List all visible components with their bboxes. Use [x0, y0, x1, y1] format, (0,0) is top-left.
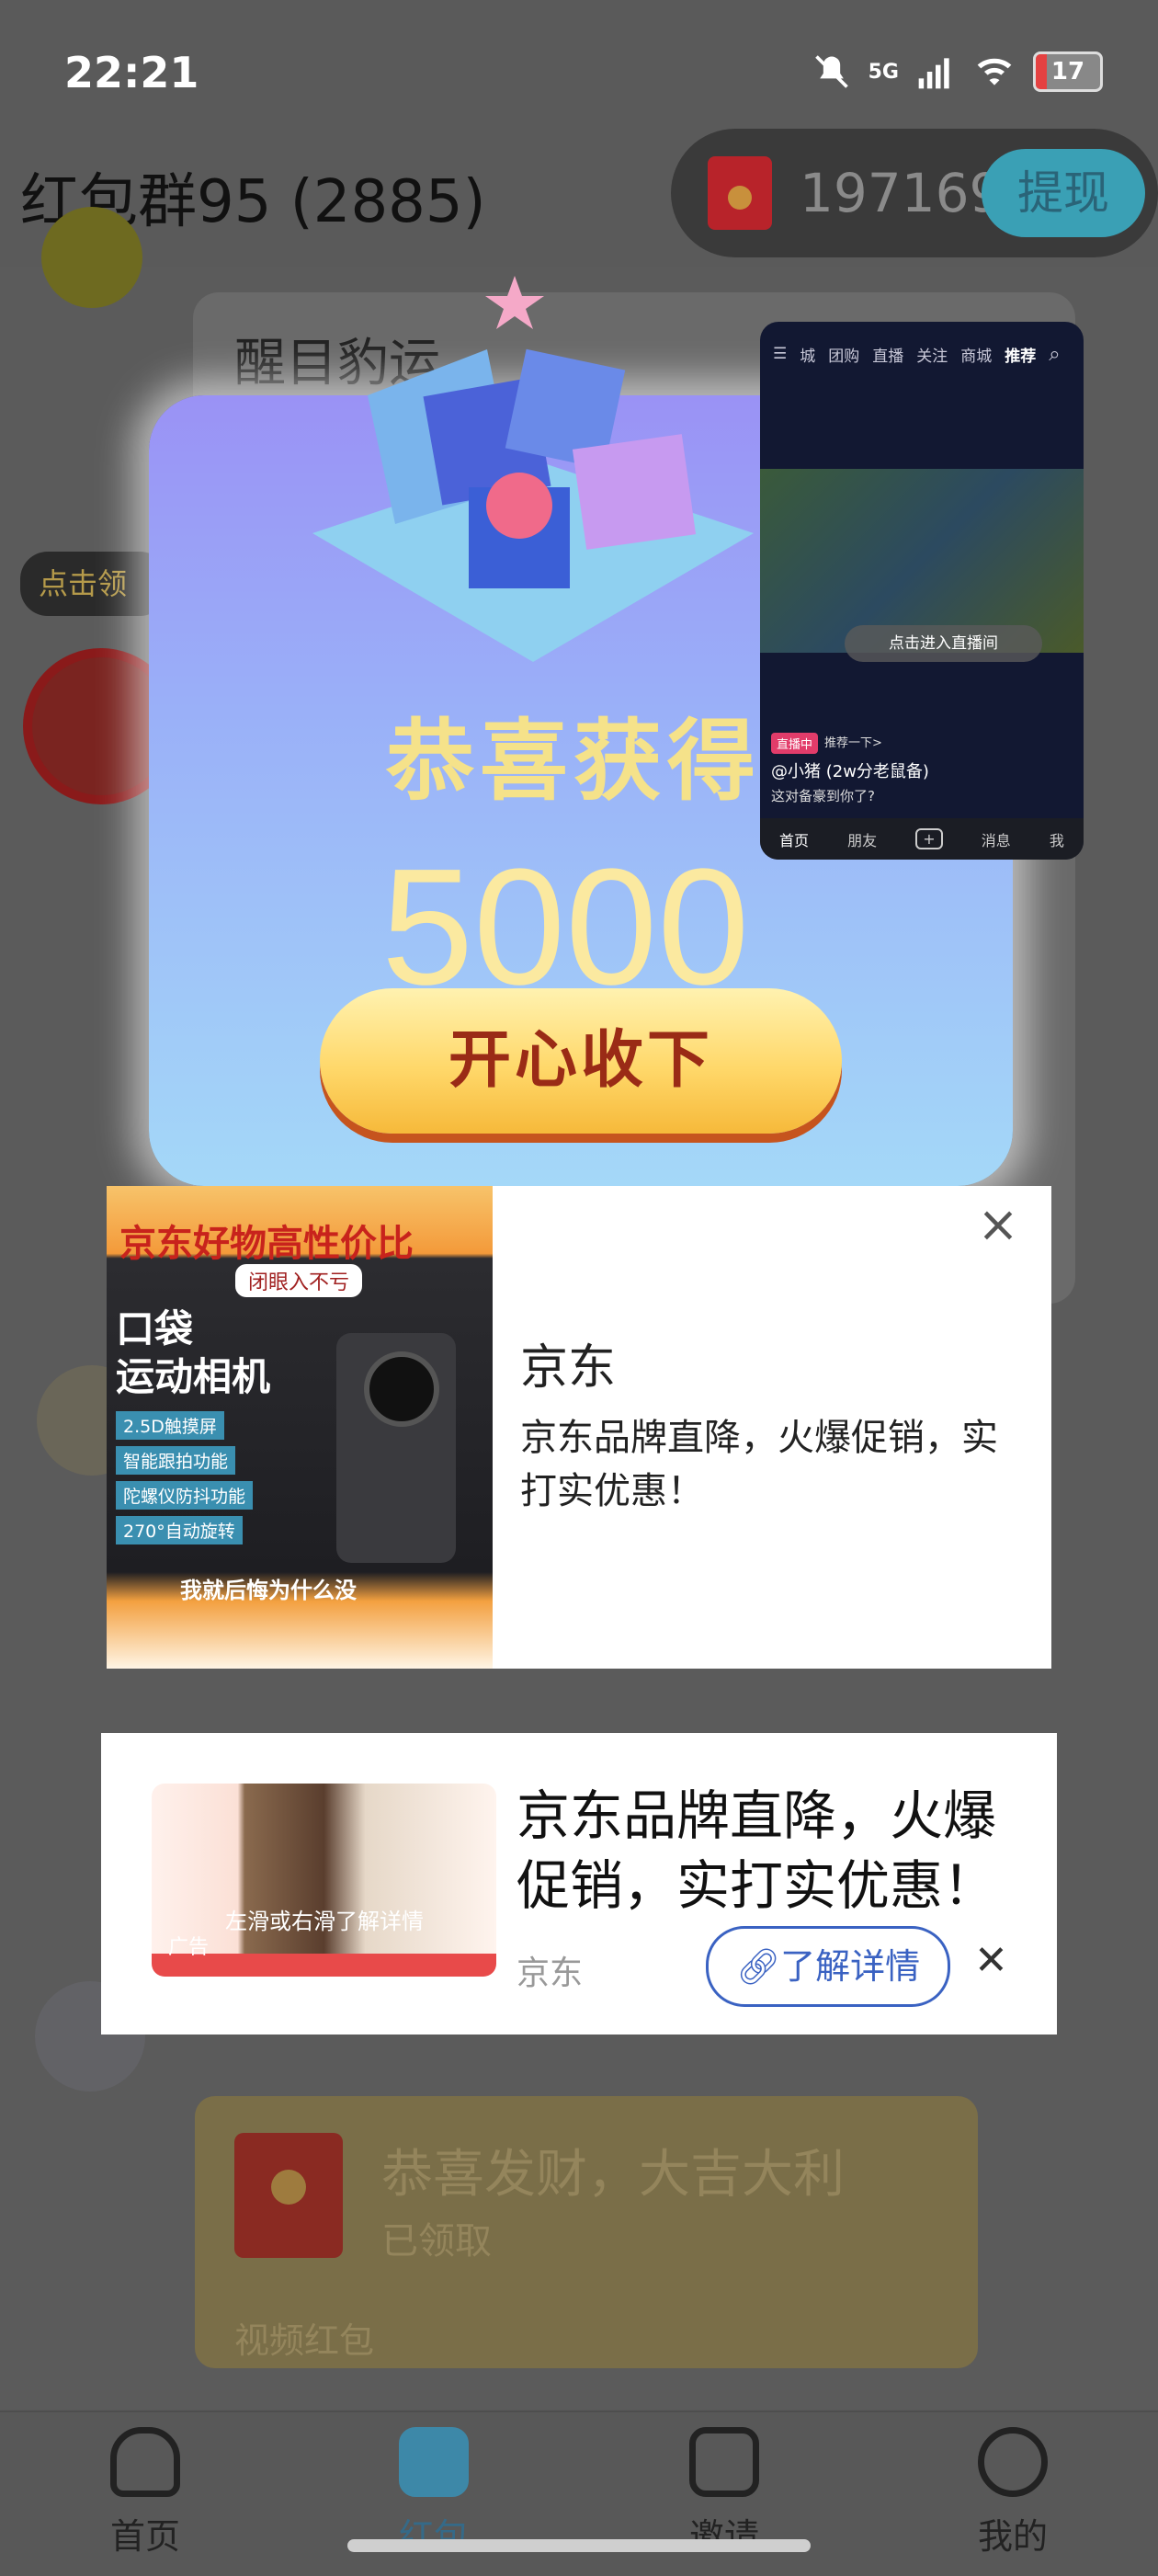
ad-image[interactable]: 京东好物高性价比 闭眼入不亏 口袋 运动相机 2.5D触摸屏 智能跟拍功能 陀螺…: [107, 1186, 493, 1669]
ad-brand: 京东: [517, 1955, 584, 1992]
congrats-text: 恭喜获得: [386, 710, 761, 813]
ad-image-hint: 左滑或右滑了解详情: [225, 1909, 424, 1934]
envelope-title: 恭喜发财，大吉大利: [381, 2145, 845, 2205]
status-icons: 5G 17: [812, 51, 1103, 92]
gift-box-icon: [312, 276, 754, 662]
video-username[interactable]: @小猪 (2w分老鼠备): [771, 758, 929, 782]
ad-feature: 270°自动旋转: [116, 1516, 243, 1544]
battery-level: 17: [1050, 58, 1085, 85]
video-nav-home[interactable]: 首页: [779, 828, 809, 850]
invite-icon: [689, 2427, 759, 2497]
network-label: 5G: [868, 60, 899, 84]
video-tab[interactable]: 城: [800, 343, 815, 366]
home-indicator[interactable]: [347, 2539, 811, 2552]
camera-product-icon: [336, 1333, 456, 1563]
ad-title: 京东品牌直降，火爆促销，实打实优惠！: [517, 1784, 997, 1917]
floating-video-window[interactable]: ☰ 城 团购 直播 关注 商城 推荐 ⌕ 点击进入直播间 直播中 推荐一下> @…: [760, 322, 1084, 860]
red-envelope-icon: [234, 2133, 343, 2258]
learn-more-button[interactable]: 🔗︎了解详情: [706, 1926, 950, 2007]
ad-label: 广告: [168, 1936, 210, 1959]
profile-icon: [978, 2427, 1048, 2497]
battery-icon: 17: [1033, 51, 1103, 92]
mute-icon: [814, 55, 848, 88]
envelope-status: 已领取: [381, 2220, 492, 2263]
ad-card[interactable]: 左滑或右滑了解详情 广告 京东品牌直降，火爆促销，实打实优惠！ 京东 🔗︎了解详…: [101, 1733, 1057, 2035]
balance-pill: 197169 提现: [671, 129, 1158, 257]
close-icon[interactable]: ×: [971, 1197, 1026, 1252]
link-icon: 🔗︎: [735, 1946, 781, 1987]
ad-card[interactable]: 京东好物高性价比 闭眼入不亏 口袋 运动相机 2.5D触摸屏 智能跟拍功能 陀螺…: [107, 1186, 1051, 1669]
video-nav-messages[interactable]: 消息: [982, 828, 1011, 850]
close-icon[interactable]: ✕: [974, 1937, 1008, 1984]
ad-image-subtitle: 闭眼入不亏: [235, 1264, 363, 1297]
ad-feature: 陀螺仪防抖功能: [116, 1481, 254, 1510]
nav-profile[interactable]: 我的: [930, 2427, 1096, 2559]
learn-more-label: 了解详情: [780, 1946, 921, 1987]
recommend-link[interactable]: 推荐一下>: [824, 733, 882, 750]
claim-tag[interactable]: 点击领: [20, 552, 167, 616]
video-bottom-nav: 首页 朋友 + 消息 我: [760, 818, 1084, 860]
red-envelope-icon: [708, 156, 772, 230]
ad-feature: 2.5D触摸屏: [116, 1411, 224, 1440]
ad-feature: 智能跟拍功能: [116, 1446, 236, 1475]
ad-image-bottom-text: 我就后悔为什么没: [180, 1578, 357, 1603]
video-tab-active[interactable]: 推荐: [1005, 343, 1036, 366]
balance-value: 197169: [800, 162, 1004, 224]
status-time: 22:21: [64, 48, 199, 97]
wifi-icon: [977, 58, 1012, 85]
ad-image[interactable]: 左滑或右滑了解详情 广告: [152, 1784, 496, 1977]
video-nav-friends[interactable]: 朋友: [847, 828, 877, 850]
nav-home[interactable]: 首页: [62, 2427, 228, 2559]
video-tab[interactable]: 团购: [828, 343, 859, 366]
nav-label: 我的: [977, 2516, 1048, 2557]
accept-reward-button[interactable]: 开心收下: [320, 988, 842, 1134]
signal-icon: [918, 58, 949, 89]
search-icon[interactable]: ⌕: [1049, 343, 1060, 366]
ad-image-banner: 京东好物高性价比: [119, 1223, 414, 1265]
video-caption: 这对备豪到你了?: [771, 788, 875, 804]
menu-icon[interactable]: ☰: [773, 345, 787, 363]
withdraw-button[interactable]: 提现: [982, 149, 1145, 237]
video-nav-me[interactable]: 我: [1050, 828, 1064, 850]
enter-live-button[interactable]: 点击进入直播间: [845, 625, 1042, 662]
ad-brand: 京东: [520, 1340, 617, 1396]
nav-label: 首页: [109, 2516, 180, 2557]
ad-image-product: 口袋 运动相机: [116, 1306, 271, 1399]
video-tab[interactable]: 关注: [916, 343, 948, 366]
avatar[interactable]: [41, 207, 142, 308]
video-tab[interactable]: 商城: [960, 343, 992, 366]
status-bar: 22:21 5G 17: [0, 0, 1158, 138]
video-tab[interactable]: 直播: [872, 343, 903, 366]
live-badge: 直播中: [771, 733, 819, 754]
envelope-type: 视频红包: [234, 2320, 375, 2361]
home-icon: [110, 2427, 180, 2497]
red-envelope-icon: [399, 2427, 469, 2497]
video-top-tabs: ☰ 城 团购 直播 关注 商城 推荐 ⌕: [760, 322, 1084, 386]
video-nav-add[interactable]: +: [915, 828, 943, 849]
ad-description: 京东品牌直降，火爆促销，实打实优惠！: [520, 1417, 998, 1512]
